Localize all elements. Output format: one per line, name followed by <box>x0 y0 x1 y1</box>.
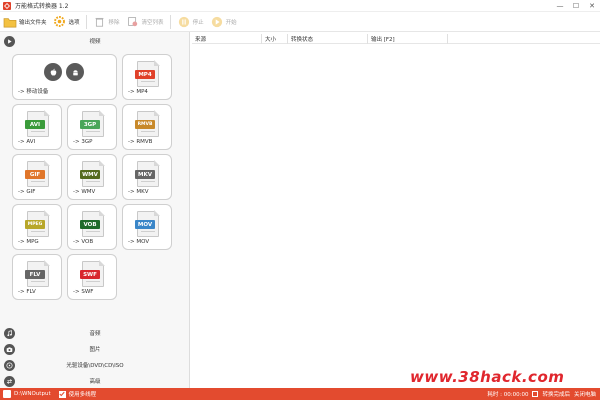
mp4-file-icon: MP4 <box>135 60 160 87</box>
status-bar: D:\WNOutput 使用多线程 耗时 : 00:00:00 转换完成后 关闭… <box>0 388 600 400</box>
gif-file-icon: GIF <box>25 160 50 187</box>
folder-icon <box>3 15 17 29</box>
options-label: 选项 <box>68 19 80 26</box>
wmv-file-icon: WMV <box>80 160 105 187</box>
category-disc-label: 光驱设备\DVD\CD\ISO <box>66 363 124 369</box>
stop-label: 停止 <box>192 19 204 26</box>
after-convert-checkbox[interactable] <box>532 391 539 397</box>
toolbar-divider <box>169 14 171 29</box>
flv-file-icon: FLV <box>25 260 50 287</box>
pause-icon <box>177 15 191 29</box>
close-icon[interactable]: ✕ <box>584 0 600 12</box>
after-convert-action[interactable]: 关闭电脑 <box>574 390 596 398</box>
column-output[interactable]: 输出 [F2] <box>368 34 448 44</box>
options-button[interactable]: 选项 <box>50 13 83 31</box>
column-source[interactable]: 来源 <box>192 34 262 44</box>
arrows-icon <box>4 375 15 387</box>
swf-file-icon: SWF <box>80 260 105 287</box>
category-advanced[interactable]: 高级 <box>0 374 190 388</box>
clear-list-button[interactable]: 清空列表 <box>123 13 167 31</box>
column-status[interactable]: 转换状态 <box>288 34 368 44</box>
mov-file-icon: MOV <box>135 210 160 237</box>
elapsed-time: 耗时 : 00:00:00 <box>487 392 529 398</box>
category-audio-label: 音频 <box>89 331 101 337</box>
format-tile-gif[interactable]: GIF -> GIF <box>12 154 62 200</box>
format-tile-vob[interactable]: VOB -> VOB <box>67 204 117 250</box>
format-label: -> 3GP <box>73 139 93 145</box>
format-label: -> VOB <box>73 239 94 245</box>
format-tile-mpg[interactable]: MPEG -> MPG <box>12 204 62 250</box>
category-disc[interactable]: 光驱设备\DVD\CD\ISO <box>0 358 190 372</box>
task-list[interactable]: 来源 大小 转换状态 输出 [F2] <box>192 32 600 388</box>
stop-button[interactable]: 停止 <box>174 13 207 31</box>
remove-button[interactable]: 移除 <box>90 13 123 31</box>
camera-icon <box>4 343 15 355</box>
rmvb-file-icon: RMVB <box>135 110 160 137</box>
category-image[interactable]: 图片 <box>0 342 190 356</box>
android-icon <box>66 63 84 81</box>
toolbar: 输出文件夹 选项 移除 清空列表 停止 开始 <box>0 12 600 32</box>
trash-icon <box>93 15 107 29</box>
format-label: -> FLV <box>18 289 36 295</box>
category-image-label: 图片 <box>89 347 101 353</box>
vob-file-icon: VOB <box>80 210 105 237</box>
gear-icon <box>53 15 67 29</box>
format-label: -> MKV <box>128 189 149 195</box>
clear-list-label: 清空列表 <box>141 19 164 26</box>
format-tile-flv[interactable]: FLV -> FLV <box>12 254 62 300</box>
toolbar-divider <box>85 14 87 29</box>
output-folder-icon[interactable] <box>3 390 11 398</box>
format-label: -> 移动设备 <box>18 89 49 95</box>
format-label: -> MP4 <box>128 89 148 95</box>
category-audio[interactable]: 音频 <box>0 326 190 340</box>
play-icon <box>210 15 224 29</box>
clear-list-icon <box>126 15 140 29</box>
conversion-panel: 视频 -> 移动设备 MP4 -> MP4 AVI -> AVI 3GP -> … <box>0 32 190 388</box>
category-advanced-label: 高级 <box>89 379 101 385</box>
category-video[interactable]: 视频 <box>0 34 190 48</box>
task-list-header: 来源 大小 转换状态 输出 [F2] <box>192 34 600 44</box>
after-convert-label: 转换完成后 <box>542 392 570 398</box>
watermark-text: www.38hack.com <box>410 368 565 386</box>
app-logo-icon <box>3 1 11 10</box>
format-label: -> AVI <box>18 139 36 145</box>
format-label: -> GIF <box>18 189 36 195</box>
category-video-label: 视频 <box>89 39 101 45</box>
music-icon <box>4 327 15 339</box>
multithread-checkbox[interactable] <box>58 390 66 398</box>
start-label: 开始 <box>225 19 237 26</box>
3gp-file-icon: 3GP <box>80 110 105 137</box>
maximize-icon[interactable]: ☐ <box>568 0 584 12</box>
format-label: -> MPG <box>18 239 39 245</box>
start-button[interactable]: 开始 <box>207 13 240 31</box>
title-bar: 万能格式转换器 1.2 — ☐ ✕ <box>0 0 600 12</box>
play-icon <box>4 35 15 47</box>
format-tile-mkv[interactable]: MKV -> MKV <box>122 154 172 200</box>
mkv-file-icon: MKV <box>135 160 160 187</box>
format-tile-3gp[interactable]: 3GP -> 3GP <box>67 104 117 150</box>
remove-label: 移除 <box>108 19 120 26</box>
format-label: -> RMVB <box>128 139 153 145</box>
output-folder-button[interactable]: 输出文件夹 <box>0 13 50 31</box>
format-tile-rmvb[interactable]: RMVB -> RMVB <box>122 104 172 150</box>
multithread-label: 使用多线程 <box>68 392 97 398</box>
format-label: -> SWF <box>73 289 94 295</box>
output-folder-label: 输出文件夹 <box>19 19 47 26</box>
mpeg-file-icon: MPEG <box>25 210 50 237</box>
format-label: -> MOV <box>128 239 150 245</box>
format-label: -> WMV <box>73 189 96 195</box>
format-tile-avi[interactable]: AVI -> AVI <box>12 104 62 150</box>
avi-file-icon: AVI <box>25 110 50 137</box>
format-tile-wmv[interactable]: WMV -> WMV <box>67 154 117 200</box>
format-tile-mov[interactable]: MOV -> MOV <box>122 204 172 250</box>
window-title: 万能格式转换器 1.2 <box>15 3 69 10</box>
format-tile-swf[interactable]: SWF -> SWF <box>67 254 117 300</box>
minimize-icon[interactable]: — <box>552 0 568 12</box>
apple-icon <box>44 63 62 81</box>
column-size[interactable]: 大小 <box>262 34 288 44</box>
output-path[interactable]: D:\WNOutput <box>14 391 51 397</box>
disc-icon <box>4 359 15 371</box>
format-tile-mobile[interactable]: -> 移动设备 <box>12 54 117 100</box>
format-tile-mp4[interactable]: MP4 -> MP4 <box>122 54 172 100</box>
